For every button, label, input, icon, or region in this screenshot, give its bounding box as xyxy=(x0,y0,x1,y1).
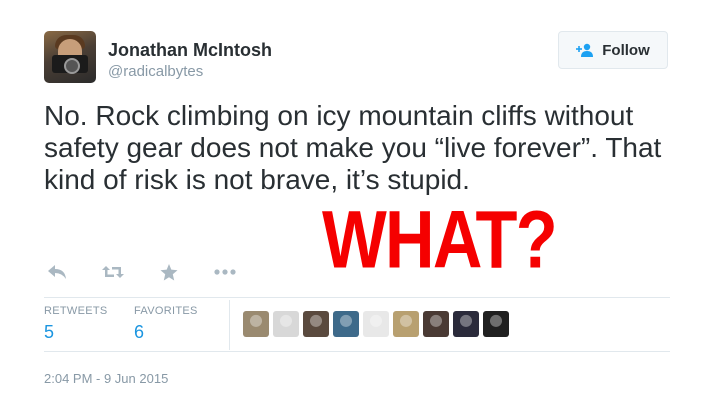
favoriter-avatar[interactable] xyxy=(273,311,299,337)
retweets-count[interactable]: 5 xyxy=(44,322,54,343)
favoriter-avatar[interactable] xyxy=(243,311,269,337)
tweet-timestamp[interactable]: 2:04 PM - 9 Jun 2015 xyxy=(44,371,168,386)
retweets-label[interactable]: RETWEETS xyxy=(44,305,108,317)
favoriter-avatar[interactable] xyxy=(453,311,479,337)
more-button[interactable] xyxy=(214,263,236,281)
follow-button[interactable]: Follow xyxy=(558,31,668,69)
favoriter-avatar[interactable] xyxy=(483,311,509,337)
favorites-label[interactable]: FAVORITES xyxy=(134,305,198,317)
user-handle[interactable]: @radicalbytes xyxy=(108,63,203,80)
stats-bottom-divider xyxy=(44,351,670,352)
favorite-button[interactable] xyxy=(158,263,180,281)
retweet-button[interactable] xyxy=(102,263,124,281)
follow-button-label: Follow xyxy=(602,41,650,59)
favoriter-avatar[interactable] xyxy=(393,311,419,337)
favoriter-avatar[interactable] xyxy=(423,311,449,337)
reply-icon xyxy=(48,265,66,279)
reply-button[interactable] xyxy=(46,263,68,281)
avatar-camera-lens xyxy=(64,58,80,74)
favoriters-list xyxy=(243,311,509,337)
retweet-icon xyxy=(102,266,124,278)
favoriter-avatar[interactable] xyxy=(363,311,389,337)
stats-separator xyxy=(229,300,230,350)
add-user-icon xyxy=(576,43,594,57)
tweet-actions xyxy=(46,263,236,281)
tweet-text: No. Rock climbing on icy mountain cliffs… xyxy=(44,100,662,195)
favoriter-avatar[interactable] xyxy=(333,311,359,337)
stats-top-divider xyxy=(44,297,670,298)
favorite-icon xyxy=(160,263,178,280)
favorites-count[interactable]: 6 xyxy=(134,322,144,343)
favoriter-avatar[interactable] xyxy=(303,311,329,337)
more-icon xyxy=(214,269,236,275)
user-avatar[interactable] xyxy=(44,31,96,83)
user-name[interactable]: Jonathan McIntosh xyxy=(108,40,272,61)
overlay-caption: WHAT? xyxy=(322,192,558,286)
